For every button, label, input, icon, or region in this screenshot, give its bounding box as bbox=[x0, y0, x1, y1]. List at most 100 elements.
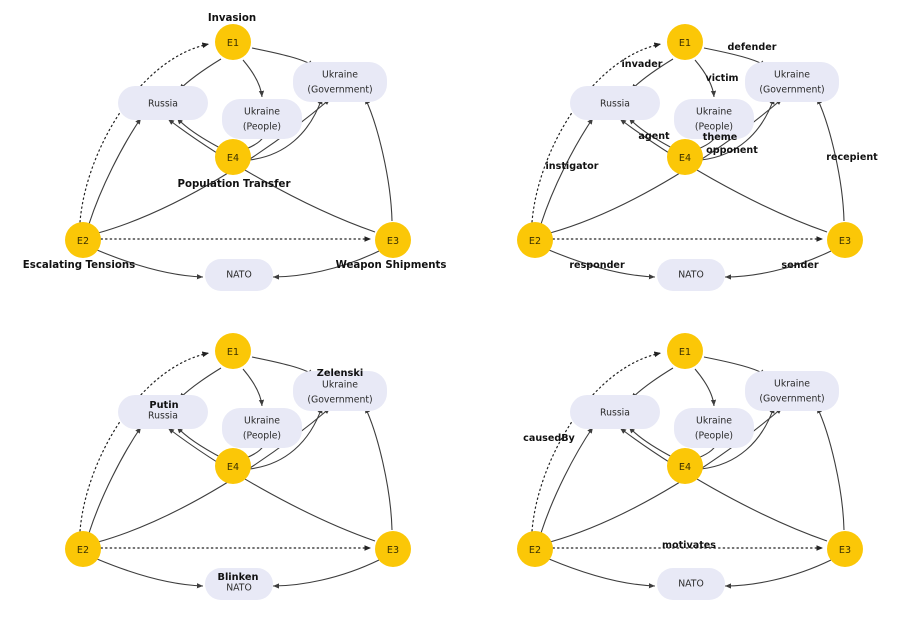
entity-ukraine-people-line2: (People) bbox=[695, 122, 733, 133]
entity-ukraine-people-line2: (People) bbox=[243, 122, 281, 133]
entity-russia-label: Russia bbox=[148, 99, 178, 110]
event-node-e2-label: E2 bbox=[529, 545, 541, 556]
event-node-e2[interactable]: E2 bbox=[517, 222, 553, 258]
entity-nato[interactable]: NATO bbox=[657, 259, 725, 291]
panel-events: Russia Ukraine (People) Ukraine (Governm… bbox=[0, 0, 452, 309]
event-node-e1-label: E1 bbox=[227, 347, 239, 358]
event-node-e2[interactable]: E2 bbox=[517, 531, 553, 567]
event-node-e4-label: E4 bbox=[227, 153, 239, 164]
edge-e2-nato bbox=[96, 558, 204, 589]
edge-e3-ukgov bbox=[816, 406, 845, 531]
entity-ukraine-gov-line1: Ukraine bbox=[322, 380, 358, 391]
entity-russia[interactable]: Russia bbox=[118, 86, 208, 120]
event-node-e1-label: E1 bbox=[679, 347, 691, 358]
event-node-e4[interactable]: E4 bbox=[667, 139, 703, 175]
entity-ukraine-people[interactable]: Ukraine (People) bbox=[674, 408, 754, 448]
event-node-e3[interactable]: E3 bbox=[375, 531, 411, 567]
entity-ukraine-government[interactable]: Ukraine (Government) bbox=[745, 62, 839, 102]
entity-ukraine-people[interactable]: Ukraine (People) bbox=[222, 408, 302, 448]
entity-ukraine-people-line2: (People) bbox=[695, 431, 733, 442]
entity-russia[interactable]: Russia bbox=[570, 86, 660, 120]
event-node-e3-label: E3 bbox=[387, 236, 399, 247]
event-node-e3[interactable]: E3 bbox=[827, 531, 863, 567]
role-label-recepient: recepient bbox=[826, 152, 878, 163]
entity-ukraine-gov-line1: Ukraine bbox=[774, 379, 810, 390]
entity-russia-label: Russia bbox=[600, 99, 630, 110]
panel-names: Russia Ukraine (People) Ukraine (Governm… bbox=[0, 309, 452, 618]
role-label-victim: victim bbox=[705, 73, 738, 84]
event-node-e3-label: E3 bbox=[387, 545, 399, 556]
edge-e3-ukgov bbox=[364, 406, 393, 531]
edge-e3-ukgov bbox=[364, 97, 393, 222]
event-label-weapon-shipments: Weapon Shipments bbox=[336, 260, 447, 271]
event-node-e1[interactable]: E1 bbox=[215, 333, 251, 369]
entity-nato-label: NATO bbox=[678, 579, 704, 590]
entity-ukraine-people-line1: Ukraine bbox=[696, 107, 732, 118]
relation-label-motivates: motivates bbox=[662, 540, 716, 551]
event-node-e1[interactable]: E1 bbox=[667, 333, 703, 369]
edge-e2-russia bbox=[88, 117, 142, 225]
event-node-e4-label: E4 bbox=[679, 462, 691, 473]
event-node-e2-label: E2 bbox=[77, 236, 89, 247]
entity-nato-label: NATO bbox=[226, 270, 252, 281]
entity-ukraine-people-line2: (People) bbox=[243, 431, 281, 442]
role-label-sender: sender bbox=[781, 260, 818, 271]
edge-e1-ukpeople bbox=[242, 368, 265, 407]
entity-ukraine-people-line1: Ukraine bbox=[696, 416, 732, 427]
figure-canvas: Russia Ukraine (People) Ukraine (Governm… bbox=[0, 0, 904, 618]
edge-e1-russia bbox=[178, 367, 222, 400]
event-node-e2-label: E2 bbox=[529, 236, 541, 247]
role-label-instigator: instigator bbox=[546, 161, 599, 172]
role-label-opponent: opponent bbox=[706, 145, 758, 156]
edge-e3-nato bbox=[724, 559, 832, 589]
entity-ukraine-government[interactable]: Ukraine (Government) bbox=[293, 62, 387, 102]
event-node-e4-label: E4 bbox=[227, 462, 239, 473]
event-node-e4[interactable]: E4 bbox=[667, 448, 703, 484]
event-node-e3[interactable]: E3 bbox=[375, 222, 411, 258]
entity-nato[interactable]: NATO bbox=[205, 259, 273, 291]
entity-russia-label: Russia bbox=[148, 411, 178, 422]
entity-ukraine-government[interactable]: Ukraine (Government) bbox=[745, 371, 839, 411]
entity-nato-label: NATO bbox=[678, 270, 704, 281]
entity-nato-label: NATO bbox=[226, 583, 252, 594]
event-node-e4[interactable]: E4 bbox=[215, 139, 251, 175]
name-label-zelenski: Zelenski bbox=[317, 368, 363, 379]
event-node-e1[interactable]: E1 bbox=[215, 24, 251, 60]
event-label-invasion: Invasion bbox=[208, 13, 256, 24]
entity-ukraine-gov-line2: (Government) bbox=[307, 85, 372, 96]
edge-e4-russia bbox=[176, 117, 223, 150]
event-node-e2[interactable]: E2 bbox=[65, 531, 101, 567]
edge-e2-russia bbox=[88, 426, 142, 534]
event-node-e3[interactable]: E3 bbox=[827, 222, 863, 258]
edge-e1-ukpeople bbox=[694, 368, 717, 407]
edge-e1-russia bbox=[178, 58, 222, 91]
event-node-e1[interactable]: E1 bbox=[667, 24, 703, 60]
event-node-e4[interactable]: E4 bbox=[215, 448, 251, 484]
entity-ukraine-people[interactable]: Ukraine (People) bbox=[222, 99, 302, 139]
entity-russia[interactable]: Russia bbox=[570, 395, 660, 429]
name-label-putin: Putin bbox=[149, 400, 178, 411]
edge-e1-russia bbox=[630, 367, 674, 400]
entity-ukraine-gov-line2: (Government) bbox=[759, 394, 824, 405]
event-node-e1-label: E1 bbox=[679, 38, 691, 49]
edge-e3-nato bbox=[272, 559, 380, 589]
edge-e2-nato bbox=[548, 558, 656, 589]
event-node-e4-label: E4 bbox=[679, 153, 691, 164]
entity-ukraine-gov-line1: Ukraine bbox=[774, 70, 810, 81]
event-node-e2[interactable]: E2 bbox=[65, 222, 101, 258]
event-node-e1-label: E1 bbox=[227, 38, 239, 49]
event-node-e3-label: E3 bbox=[839, 236, 851, 247]
edge-e1-ukpeople bbox=[242, 59, 265, 98]
entity-nato[interactable]: NATO bbox=[657, 568, 725, 600]
panel-relations: Russia Ukraine (People) Ukraine (Governm… bbox=[452, 309, 904, 618]
entity-ukraine-gov-line2: (Government) bbox=[759, 85, 824, 96]
role-label-invader: invader bbox=[622, 59, 663, 70]
name-label-blinken: Blinken bbox=[217, 572, 258, 583]
entity-ukraine-gov-line2: (Government) bbox=[307, 395, 372, 406]
event-node-e2-label: E2 bbox=[77, 545, 89, 556]
entity-ukraine-people-line1: Ukraine bbox=[244, 107, 280, 118]
edge-e4-russia bbox=[176, 426, 223, 459]
edge-e4-russia bbox=[628, 426, 675, 459]
role-label-defender: defender bbox=[728, 42, 777, 53]
entity-ukraine-people-line1: Ukraine bbox=[244, 416, 280, 427]
